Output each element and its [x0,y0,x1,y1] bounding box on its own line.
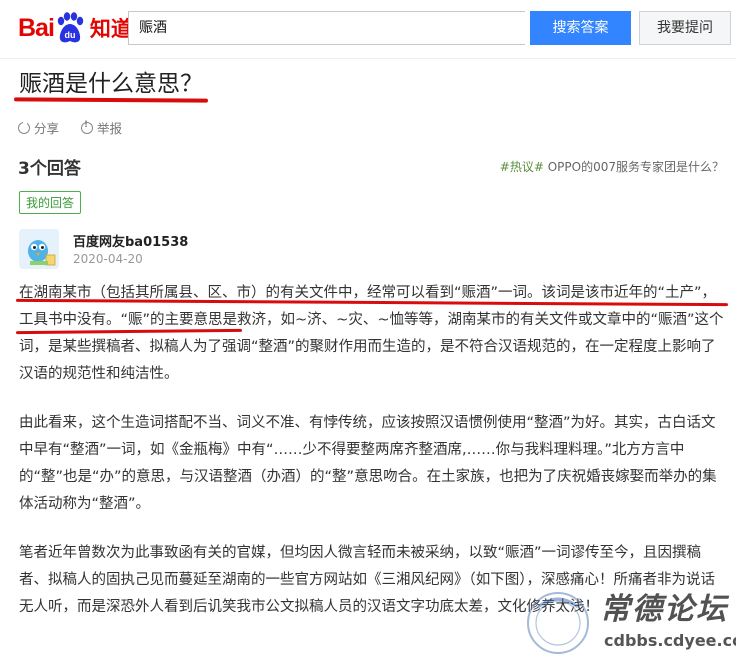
answer-paragraph: 由此看来，这个生造词搭配不当、词义不准、有悖传统，应该按照汉语惯例使用“整酒”为… [19,415,717,512]
report-icon [81,120,94,134]
answer-date: 2020-04-20 [73,252,143,266]
report-action[interactable]: 举报 [81,118,122,137]
share-icon [18,120,30,134]
baidu-paw-icon: du [57,12,84,43]
logo-zhidao-text: 知道 [89,17,132,41]
report-label: 举报 [97,121,123,136]
hot-tag: #热议# [499,160,544,174]
ask-question-button[interactable]: 我要提问 [639,11,731,45]
hot-topic-link[interactable]: #热议# OPPO的007服务专家团是什么？ [500,158,724,175]
user-avatar[interactable] [19,229,59,269]
search-button[interactable]: 搜索答案 [530,11,631,45]
answer-paragraph: 在湖南某市（包括其所属县、区、市）的有关文件中，经常可以看到“赈酒”一词。该词是… [19,285,724,382]
question-actions: 分享 举报 [18,118,122,137]
baidu-zhidao-logo[interactable]: Bai du 知道 [18,8,132,48]
answer-username[interactable]: 百度网友ba01538 [73,231,188,250]
my-answer-badge: 我的回答 [19,191,82,214]
title-underline [13,97,209,103]
share-action[interactable]: 分享 [18,118,59,137]
search-input[interactable]: 赈酒 [128,11,525,45]
answer-count: 3个回答 [18,159,81,179]
watermark-text: 常德论坛 [600,592,728,627]
watermark-url: cdbbs.cdyee.com [604,631,736,650]
top-bar: Bai du 知道 赈酒 搜索答案 我要提问 [0,0,736,59]
hot-topic-text: OPPO的007服务专家团是什么？ [543,160,724,174]
share-label: 分享 [34,121,60,136]
logo-du-text: du [64,30,75,40]
logo-bai-text: Bai [18,13,55,42]
question-title: 赈酒是什么意思？ [19,71,203,97]
avatar-bird-icon [19,229,59,269]
